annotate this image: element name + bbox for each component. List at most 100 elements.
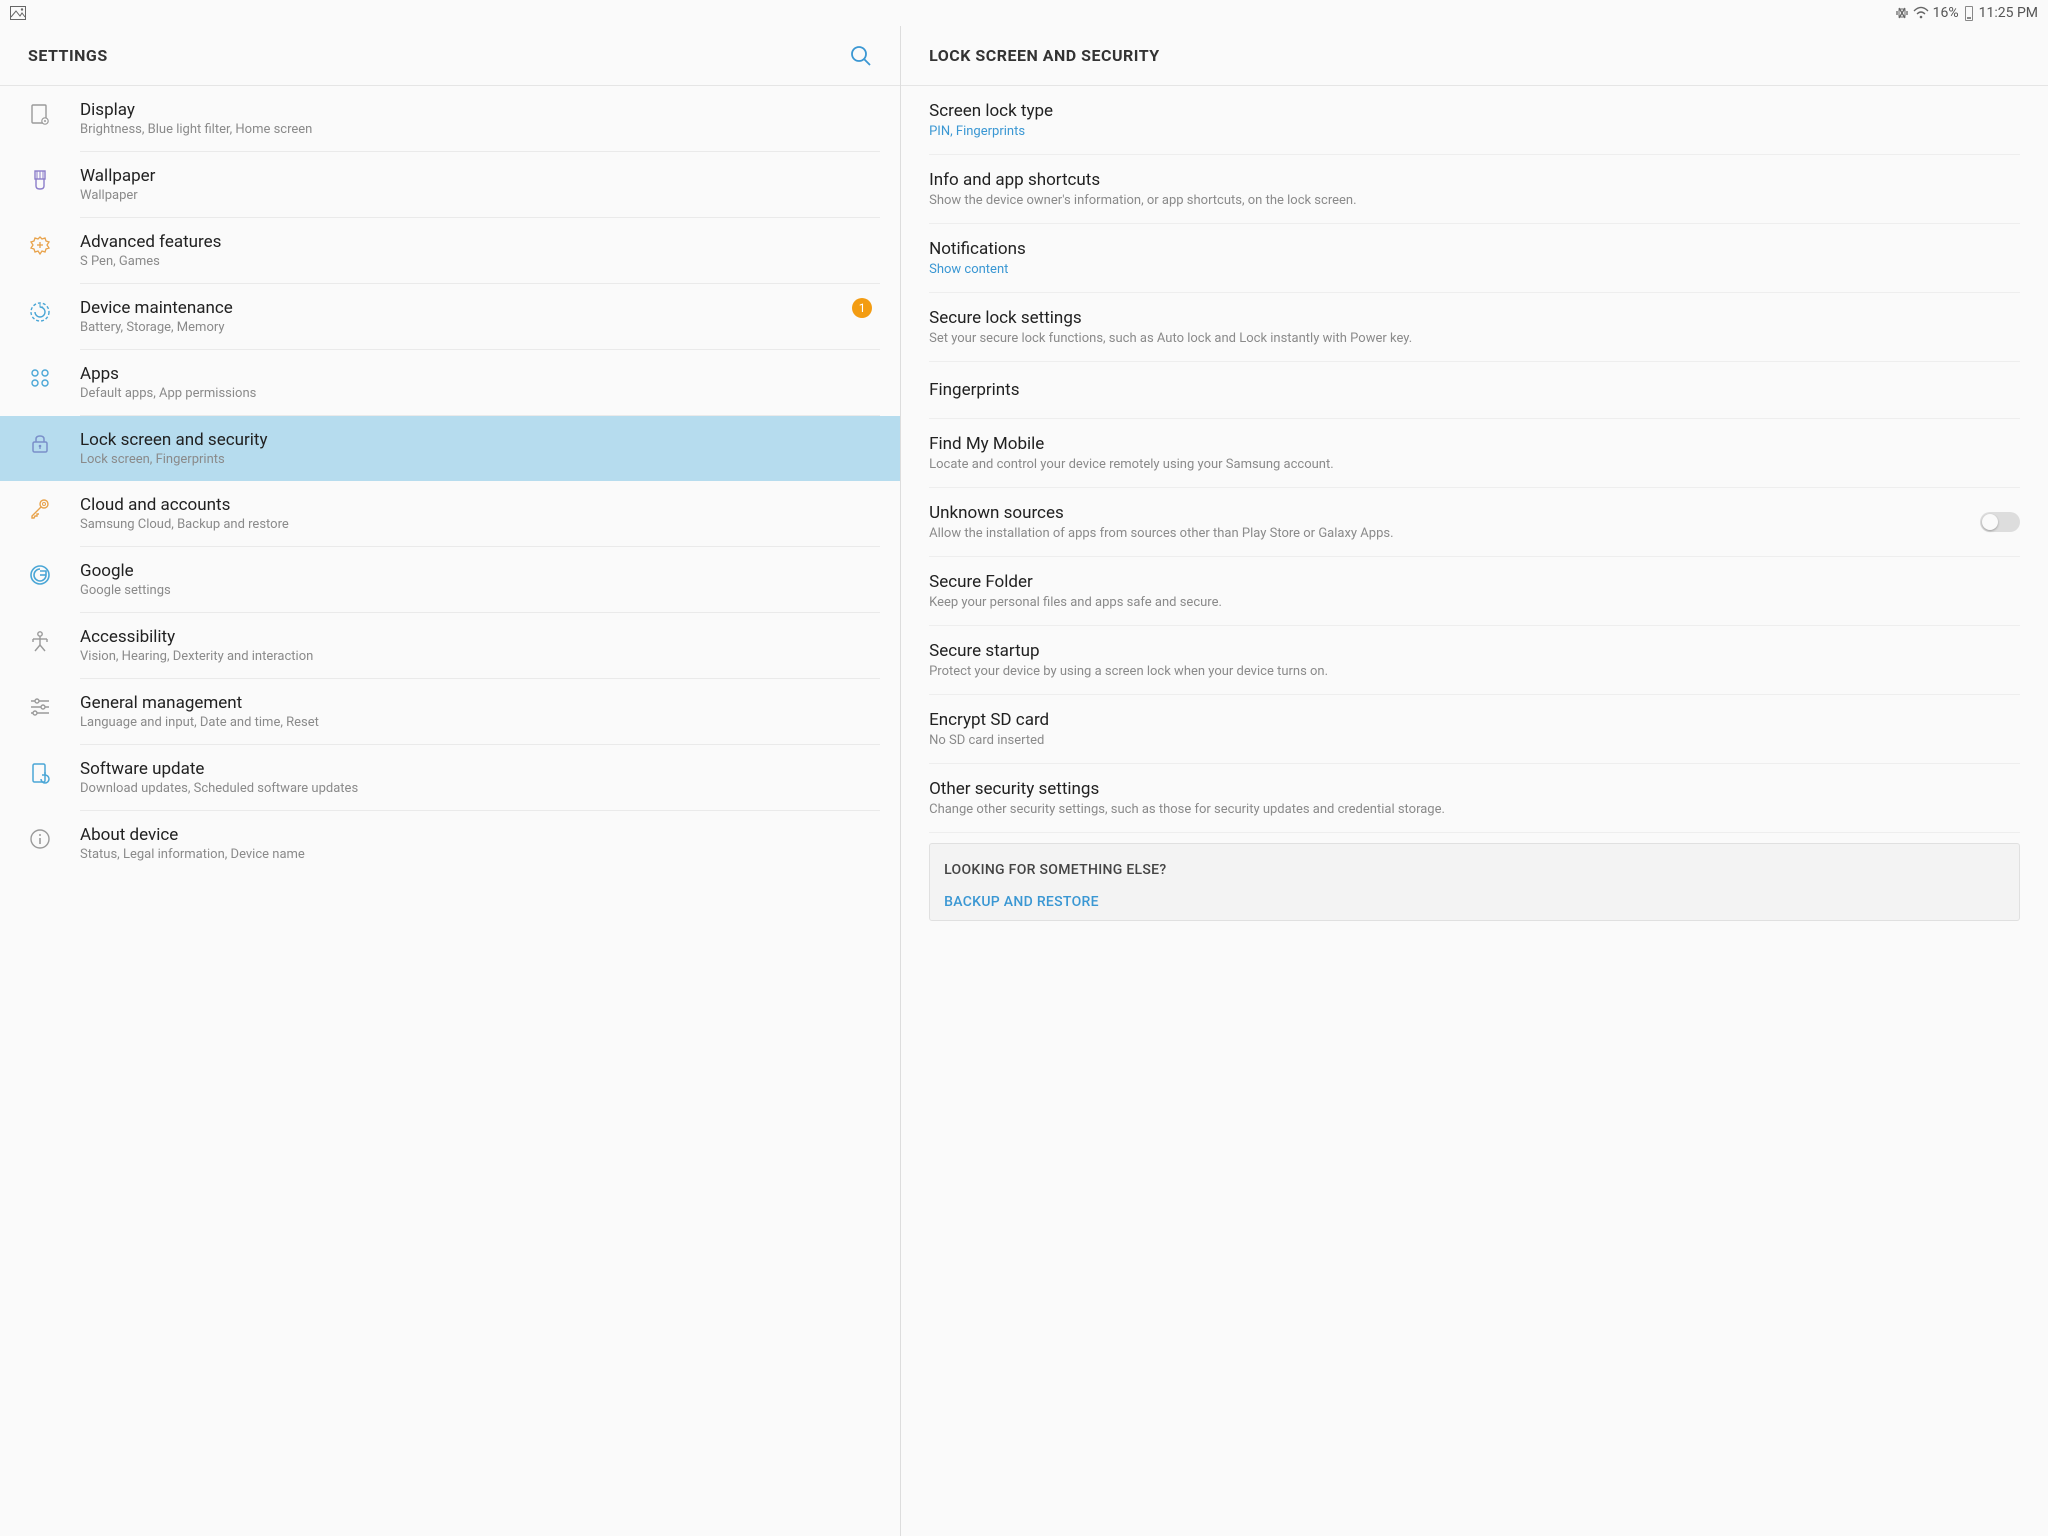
detail-item-title: Screen lock type (929, 101, 2020, 121)
detail-item-title: Other security settings (929, 779, 2020, 799)
sidebar-item-software-update[interactable]: Software update Download updates, Schedul… (0, 745, 900, 810)
detail-list: Screen lock type PIN, Fingerprints Info an… (901, 86, 2048, 1536)
detail-secure-lock-settings[interactable]: Secure lock settings Set your secure lock… (929, 293, 2020, 362)
toggle-switch[interactable] (1980, 512, 2020, 532)
sidebar-item-icon (28, 430, 80, 456)
sidebar-item-sub: Download updates, Scheduled software upd… (80, 781, 864, 796)
sidebar-item-device-maintenance[interactable]: Device maintenance Battery, Storage, Memo… (0, 284, 900, 349)
sidebar-item-sub: Wallpaper (80, 188, 864, 203)
sidebar-title: SETTINGS (28, 46, 108, 65)
sidebar-item-general-management[interactable]: General management Language and input, Da… (0, 679, 900, 744)
sidebar-item-title: Software update (80, 759, 864, 779)
detail-item-sub: Show content (929, 262, 2020, 277)
detail-fingerprints[interactable]: Fingerprints (929, 362, 2020, 419)
looking-for-box: LOOKING FOR SOMETHING ELSE? BACKUP AND RE… (929, 843, 2020, 921)
sidebar-item-wallpaper[interactable]: Wallpaper Wallpaper (0, 152, 900, 217)
sidebar-item-google[interactable]: Google Google settings (0, 547, 900, 612)
detail-pane: LOCK SCREEN AND SECURITY Screen lock typ… (901, 26, 2048, 1536)
settings-sidebar: SETTINGS DisplayBrightness, Blue light f… (0, 26, 901, 1536)
sidebar-item-cloud-and-accounts[interactable]: Cloud and accounts Samsung Cloud, Backup … (0, 481, 900, 546)
detail-item-sub: Keep your personal files and apps safe a… (929, 595, 2020, 610)
sidebar-item-icon (28, 495, 80, 521)
sidebar-item-title: General management (80, 693, 864, 713)
detail-info-and-app-shortcuts[interactable]: Info and app shortcuts Show the device ow… (929, 155, 2020, 224)
detail-item-title: Secure startup (929, 641, 2020, 661)
sidebar-item-accessibility[interactable]: Accessibility Vision, Hearing, Dexterity … (0, 613, 900, 678)
detail-item-title: Fingerprints (929, 380, 2020, 400)
sidebar-item-about-device[interactable]: About device Status, Legal information, D… (0, 811, 900, 876)
sidebar-item-title: About device (80, 825, 864, 845)
status-bar: 16% 11:25 PM (0, 0, 2048, 26)
sidebar-item-title: Google (80, 561, 864, 581)
sidebar-item-advanced-features[interactable]: Advanced features S Pen, Games (0, 218, 900, 283)
sidebar-item-sub: Brightness, Blue light filter, Home scre… (80, 122, 864, 137)
search-icon[interactable] (850, 45, 872, 67)
detail-item-sub: Protect your device by using a screen lo… (929, 664, 2020, 679)
detail-item-sub: Set your secure lock functions, such as … (929, 331, 2020, 346)
wifi-icon (1913, 6, 1929, 20)
sidebar-item-sub: Lock screen, Fingerprints (80, 452, 864, 467)
sidebar-item-title: Wallpaper (80, 166, 864, 186)
detail-header: LOCK SCREEN AND SECURITY (901, 26, 2048, 86)
detail-find-my-mobile[interactable]: Find My Mobile Locate and control your de… (929, 419, 2020, 488)
detail-secure-startup[interactable]: Secure startup Protect your device by usi… (929, 626, 2020, 695)
sidebar-item-title: Device maintenance (80, 298, 844, 318)
sidebar-header: SETTINGS (0, 26, 900, 86)
detail-other-security-settings[interactable]: Other security settings Change other secu… (929, 764, 2020, 833)
sidebar-item-icon (28, 100, 80, 126)
detail-item-title: Unknown sources (929, 503, 2020, 523)
detail-notifications[interactable]: Notifications Show content (929, 224, 2020, 293)
detail-secure-folder[interactable]: Secure Folder Keep your personal files an… (929, 557, 2020, 626)
sidebar-item-icon (28, 364, 80, 390)
sidebar-item-sub: Samsung Cloud, Backup and restore (80, 517, 864, 532)
sidebar-item-sub: Language and input, Date and time, Reset (80, 715, 864, 730)
sidebar-list: DisplayBrightness, Blue light filter, Ho… (0, 86, 900, 1536)
sidebar-item-icon (28, 166, 80, 192)
notification-badge: 1 (852, 298, 872, 318)
sidebar-item-lock-screen-and-security[interactable]: Lock screen and security Lock screen, Fin… (0, 416, 900, 481)
detail-item-sub: Show the device owner's information, or … (929, 193, 2020, 208)
detail-item-sub: PIN, Fingerprints (929, 124, 2020, 139)
detail-item-sub: Allow the installation of apps from sour… (929, 526, 2020, 541)
detail-item-title: Secure lock settings (929, 308, 2020, 328)
detail-item-sub: Locate and control your device remotely … (929, 457, 2020, 472)
detail-item-sub: Change other security settings, such as … (929, 802, 2020, 817)
detail-item-title: Info and app shortcuts (929, 170, 2020, 190)
battery-percent: 16% (1933, 5, 1959, 21)
picture-icon (10, 6, 26, 20)
sidebar-item-icon (28, 627, 80, 653)
looking-link-backup[interactable]: BACKUP AND RESTORE (944, 894, 2005, 910)
sidebar-item-sub: Default apps, App permissions (80, 386, 864, 401)
looking-title: LOOKING FOR SOMETHING ELSE? (944, 862, 2005, 878)
detail-item-title: Notifications (929, 239, 2020, 259)
sidebar-item-title: Apps (80, 364, 864, 384)
detail-item-sub: No SD card inserted (929, 733, 2020, 748)
sidebar-item-icon (28, 693, 80, 719)
detail-screen-lock-type[interactable]: Screen lock type PIN, Fingerprints (929, 86, 2020, 155)
sidebar-item-title: Advanced features (80, 232, 864, 252)
sidebar-item-icon (28, 561, 80, 587)
sidebar-item-apps[interactable]: Apps Default apps, App permissions (0, 350, 900, 415)
sidebar-item-icon (28, 298, 80, 324)
sidebar-item-sub: Google settings (80, 583, 864, 598)
clock: 11:25 PM (1979, 5, 2038, 21)
detail-unknown-sources[interactable]: Unknown sources Allow the installation of… (929, 488, 2020, 557)
detail-item-title: Encrypt SD card (929, 710, 2020, 730)
sidebar-item-sub: Status, Legal information, Device name (80, 847, 864, 862)
sidebar-item-icon (28, 759, 80, 785)
sidebar-item-sub: Battery, Storage, Memory (80, 320, 844, 335)
detail-title: LOCK SCREEN AND SECURITY (929, 46, 1160, 65)
sidebar-item-display[interactable]: DisplayBrightness, Blue light filter, Ho… (0, 86, 900, 151)
sidebar-item-title: Lock screen and security (80, 430, 864, 450)
sidebar-item-icon (28, 232, 80, 258)
sidebar-item-icon (28, 825, 80, 851)
detail-encrypt-sd-card[interactable]: Encrypt SD card No SD card inserted (929, 695, 2020, 764)
sidebar-item-sub: Vision, Hearing, Dexterity and interacti… (80, 649, 864, 664)
vibrate-icon (1893, 6, 1909, 20)
sidebar-item-title: Cloud and accounts (80, 495, 864, 515)
sidebar-item-title: Accessibility (80, 627, 864, 647)
detail-item-title: Secure Folder (929, 572, 2020, 592)
sidebar-item-sub: S Pen, Games (80, 254, 864, 269)
battery-icon (1965, 6, 1973, 21)
detail-item-title: Find My Mobile (929, 434, 2020, 454)
